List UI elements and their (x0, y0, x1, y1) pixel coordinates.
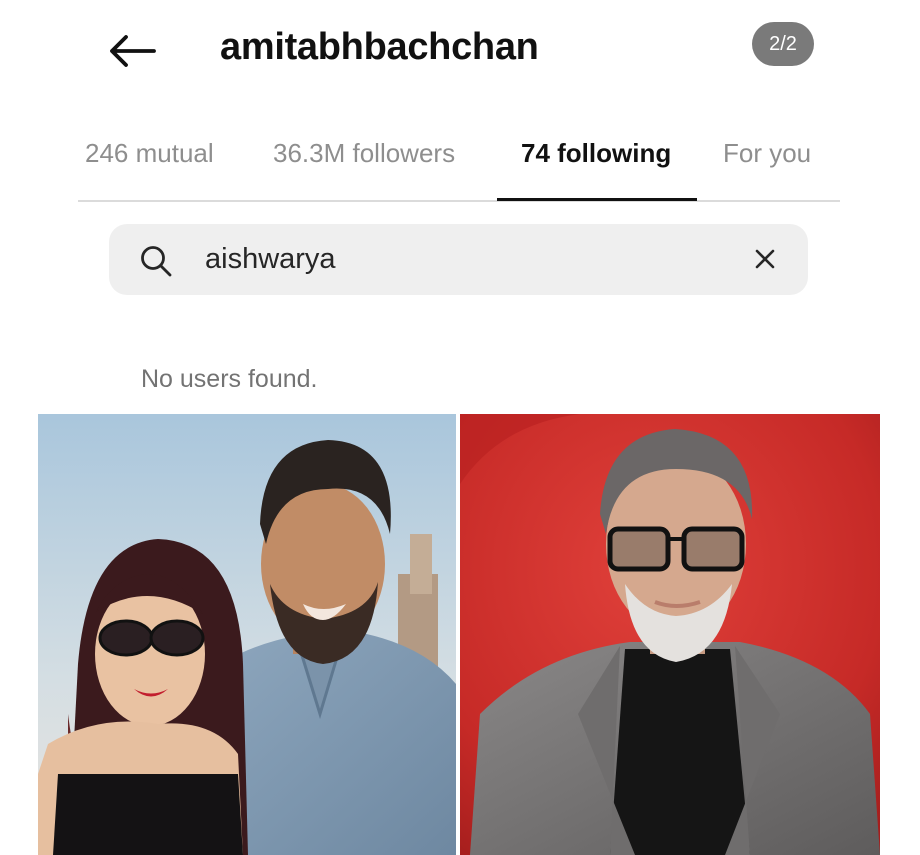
tab-bar: 246 mutual 36.3M followers 74 following … (78, 120, 840, 202)
top-bar: amitabhbachchan 2/2 (0, 0, 920, 100)
arrow-left-icon (110, 35, 156, 67)
active-tab-indicator (497, 198, 697, 201)
search-input[interactable] (205, 238, 725, 280)
portrait-photo (460, 414, 880, 855)
search-bar[interactable] (109, 224, 808, 295)
search-icon (141, 246, 172, 277)
empty-results-message: No users found. (141, 365, 318, 393)
tab-followers[interactable]: 36.3M followers (273, 138, 455, 169)
tab-following[interactable]: 74 following (521, 138, 671, 169)
back-button[interactable] (104, 28, 160, 74)
couple-photo (38, 414, 456, 855)
tab-mutual[interactable]: 246 mutual (85, 138, 214, 169)
close-icon[interactable] (750, 244, 780, 274)
page-indicator-badge: 2/2 (752, 22, 814, 66)
photo-collage (38, 414, 880, 855)
tab-for-you[interactable]: For you (723, 138, 811, 169)
profile-username[interactable]: amitabhbachchan (220, 26, 539, 69)
